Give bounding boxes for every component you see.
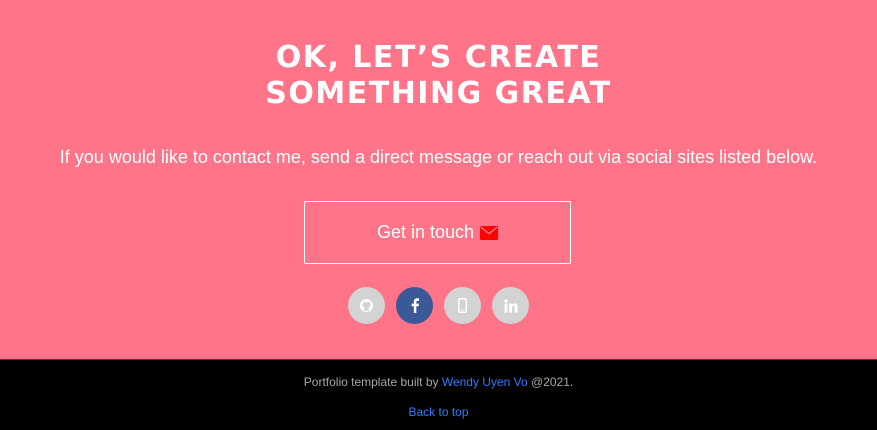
get-in-touch-button[interactable]: Get in touch [304,201,571,264]
linkedin-link[interactable] [492,287,529,324]
github-link[interactable] [348,287,385,324]
site-footer: Portfolio template built by Wendy Uyen V… [0,359,877,430]
facebook-link[interactable] [396,287,433,324]
headline-line-2: SOMETHING GREAT [265,76,612,111]
contact-section: OK, LET’S CREATE SOMETHING GREAT If you … [0,0,877,359]
facebook-icon [411,298,419,313]
phone-link[interactable] [444,287,481,324]
linkedin-icon [503,298,518,313]
headline-line-1: OK, LET’S CREATE [275,40,602,75]
footer-credit: Portfolio template built by Wendy Uyen V… [0,375,877,389]
get-in-touch-label: Get in touch [376,222,475,242]
github-icon [359,298,374,313]
page-title: OK, LET’S CREATE SOMETHING GREAT [0,40,877,112]
back-to-top-link[interactable]: Back to top [0,405,877,419]
mobile-phone-icon [458,298,467,313]
credit-suffix: @2021. [527,375,574,389]
contact-description: If you would like to contact me, send a … [59,147,818,167]
envelope-icon [480,225,499,240]
credit-prefix: Portfolio template built by [303,375,442,389]
author-link[interactable]: Wendy Uyen Vo [442,375,528,389]
social-links [0,287,877,324]
